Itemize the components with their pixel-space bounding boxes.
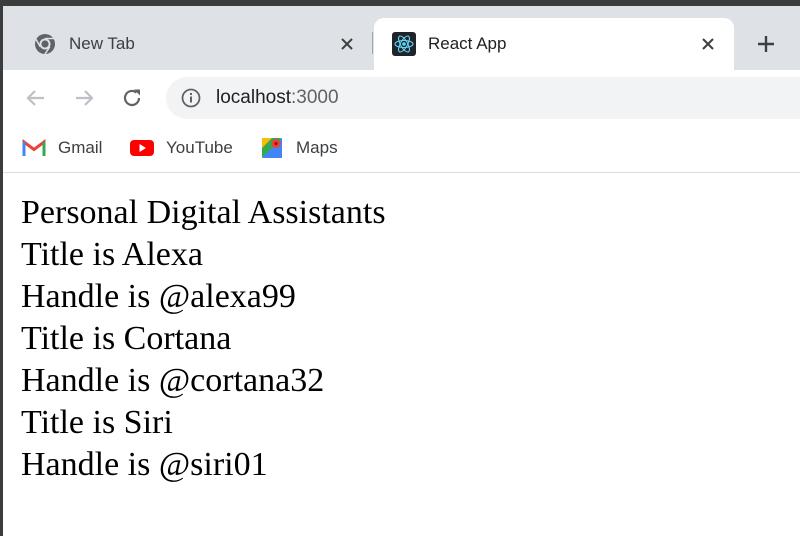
assistant-title: Title is Siri: [21, 404, 173, 441]
tab-divider: [372, 32, 373, 54]
tab-new-tab[interactable]: New Tab: [3, 18, 373, 70]
chrome-icon: [33, 32, 57, 56]
bookmark-label: Maps: [296, 138, 338, 157]
address-bar[interactable]: localhost:3000: [166, 77, 800, 119]
back-button[interactable]: [22, 84, 50, 112]
url-text: localhost:3000: [216, 87, 339, 109]
bookmark-label: Gmail: [58, 138, 103, 157]
tab-strip: New Tab React App: [0, 0, 800, 70]
info-icon[interactable]: [180, 87, 202, 109]
browser-toolbar: localhost:3000: [0, 70, 800, 126]
new-tab-button[interactable]: [752, 30, 780, 58]
react-icon: [392, 32, 416, 56]
bookmark-label: YouTube: [166, 138, 233, 157]
youtube-icon: [130, 138, 154, 158]
bookmark-youtube[interactable]: YouTube: [130, 134, 233, 162]
bookmark-gmail[interactable]: Gmail: [22, 134, 102, 162]
window-top-border: [0, 0, 800, 6]
back-arrow-icon: [26, 90, 44, 106]
url-port: :3000: [291, 87, 339, 108]
maps-icon: [260, 138, 284, 158]
reload-icon: [123, 89, 141, 107]
assistant-handle: Handle is @alexa99: [21, 278, 296, 315]
window-left-border: [0, 0, 3, 536]
forward-arrow-icon: [76, 90, 94, 106]
assistant-handle: Handle is @siri01: [21, 446, 268, 483]
gmail-icon: [22, 138, 46, 158]
assistant-title: Title is Cortana: [21, 320, 232, 357]
close-icon[interactable]: [335, 32, 359, 56]
plus-icon: [758, 36, 774, 52]
page-heading: Personal Digital Assistants: [21, 194, 386, 231]
page-content: Personal Digital Assistants Title is Ale…: [21, 192, 386, 486]
forward-button[interactable]: [70, 84, 98, 112]
close-icon[interactable]: [696, 32, 720, 56]
tab-react-app[interactable]: React App: [374, 18, 734, 70]
tab-title: React App: [428, 34, 507, 53]
tab-title: New Tab: [69, 34, 135, 53]
url-host: localhost: [216, 87, 291, 108]
reload-button[interactable]: [118, 84, 146, 112]
bookmark-maps[interactable]: Maps: [260, 134, 338, 162]
bookmarks-bar: Gmail YouTube Maps: [0, 126, 800, 173]
assistant-title: Title is Alexa: [21, 236, 203, 273]
assistant-handle: Handle is @cortana32: [21, 362, 325, 399]
